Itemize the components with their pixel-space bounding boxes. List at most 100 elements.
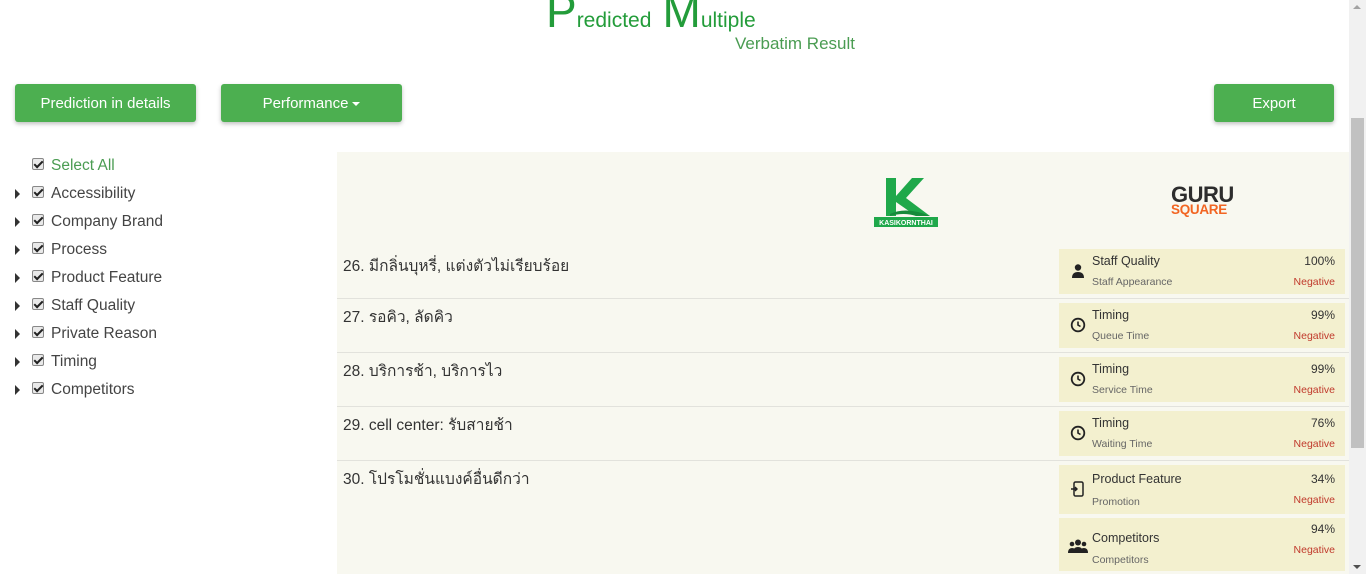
phone-icon (1071, 481, 1084, 497)
expand-arrow-icon[interactable] (15, 245, 20, 255)
prediction-in-details-button[interactable]: Prediction in details (15, 84, 196, 122)
expand-arrow-icon[interactable] (15, 385, 20, 395)
tag-sentiment: Negative (1293, 330, 1335, 342)
tag-category: Staff Quality (1092, 254, 1160, 268)
export-button-label: Export (1252, 94, 1296, 112)
expand-arrow-icon[interactable] (15, 329, 20, 339)
prediction-tag[interactable]: Timing Service Time 99% Negative (1059, 357, 1345, 402)
tree-item-select-all[interactable]: Select All (12, 152, 312, 180)
verbatim-text: 30. โปรโมชั่นแบงค์อื่นดีกว่า (343, 471, 530, 488)
tag-sentiment: Negative (1293, 494, 1335, 506)
performance-button-label: Performance (262, 94, 349, 112)
tree-item-label: Process (51, 241, 107, 258)
tag-sentiment: Negative (1293, 276, 1335, 288)
tree-item-label: Product Feature (51, 269, 163, 286)
tag-subcategory: Promotion (1092, 496, 1140, 508)
tag-percent: 100% (1304, 254, 1335, 268)
tag-percent: 94% (1310, 522, 1335, 536)
export-button[interactable]: Export (1214, 84, 1334, 122)
tag-category: Competitors (1092, 531, 1160, 545)
tag-category: Timing (1092, 308, 1130, 322)
kasikornthai-logo: KASIKORNTHAI (872, 176, 940, 228)
company-brand-checkbox[interactable] (32, 214, 44, 226)
tree-item-process[interactable]: Process (12, 236, 312, 264)
tag-percent: 99% (1310, 362, 1335, 376)
tree-item-competitors[interactable]: Competitors (12, 376, 312, 404)
tag-category: Timing (1092, 362, 1130, 376)
clock-icon (1070, 371, 1086, 387)
tag-subcategory: Service Time (1092, 384, 1153, 396)
tag-subcategory: Waiting Time (1092, 438, 1153, 450)
verbatim-text: 26. มีกลิ่นบุหรี่, แต่งตัวไม่เรียบร้อย (343, 258, 570, 275)
tree-item-label: Timing (51, 353, 97, 370)
select-all-checkbox[interactable] (32, 158, 44, 170)
page-header: Predicted Multiple Verbatim Result (0, 0, 1350, 60)
tree-item-private-reason[interactable]: Private Reason (12, 320, 312, 348)
expand-arrow-icon[interactable] (15, 273, 20, 283)
timing-checkbox[interactable] (32, 354, 44, 366)
tree-item-label: Company Brand (51, 213, 164, 230)
tree-item-label: Accessibility (51, 185, 136, 202)
title-initial-m: M (662, 0, 701, 37)
scrollbar-thumb[interactable] (1351, 118, 1364, 448)
prediction-tag[interactable]: Product Feature Promotion 34% Negative (1059, 465, 1345, 514)
result-row: 30. โปรโมชั่นแบงค์อื่นดีกว่า Product Fea… (337, 460, 1349, 574)
verbatim-text: 29. cell center: รับสายช้า (343, 417, 513, 434)
tag-subcategory: Competitors (1092, 554, 1149, 566)
kasikornthai-logo-text: KASIKORNTHAI (879, 220, 933, 227)
private-reason-checkbox[interactable] (32, 326, 44, 338)
guru-square-logo: GURU SQUARE (1167, 182, 1235, 222)
result-row: 26. มีกลิ่นบุหรี่, แต่งตัวไม่เรียบร้อย S… (337, 248, 1349, 298)
result-row: 28. บริการช้า, บริการไว Timing Service T… (337, 352, 1349, 406)
page-subtitle: Verbatim Result (735, 34, 855, 53)
tree-item-product-feature[interactable]: Product Feature (12, 264, 312, 292)
expand-arrow-icon[interactable] (15, 357, 20, 367)
category-tree: Select All Accessibility Company Brand P… (12, 152, 312, 404)
tree-item-timing[interactable]: Timing (12, 348, 312, 376)
expand-arrow-icon[interactable] (15, 301, 20, 311)
clock-icon (1070, 425, 1086, 441)
staff-quality-checkbox[interactable] (32, 298, 44, 310)
tree-item-company-brand[interactable]: Company Brand (12, 208, 312, 236)
result-row: 27. รอคิว, ลัดคิว Timing Queue Time 99% … (337, 298, 1349, 352)
title-word-predicted: redicted (576, 9, 652, 32)
clock-icon (1070, 317, 1086, 333)
prediction-tag[interactable]: Timing Waiting Time 76% Negative (1059, 411, 1345, 456)
prediction-button-label: Prediction in details (40, 94, 171, 112)
tag-percent: 76% (1310, 416, 1335, 430)
tree-item-label: Competitors (51, 381, 135, 398)
verbatim-text: 27. รอคิว, ลัดคิว (343, 309, 453, 326)
page: Predicted Multiple Verbatim Result Predi… (0, 0, 1366, 574)
user-icon (1072, 264, 1084, 278)
prediction-tag[interactable]: Timing Queue Time 99% Negative (1059, 303, 1345, 348)
competitors-checkbox[interactable] (32, 382, 44, 394)
process-checkbox[interactable] (32, 242, 44, 254)
expand-arrow-icon[interactable] (15, 217, 20, 227)
scroll-down-icon[interactable] (1353, 565, 1361, 569)
result-row: 29. cell center: รับสายช้า Timing Waitin… (337, 406, 1349, 460)
tag-category: Product Feature (1092, 472, 1182, 486)
prediction-tag[interactable]: Staff Quality Staff Appearance 100% Nega… (1059, 249, 1345, 294)
tag-subcategory: Queue Time (1092, 330, 1150, 342)
tree-item-staff-quality[interactable]: Staff Quality (12, 292, 312, 320)
tag-subcategory: Staff Appearance (1092, 276, 1173, 288)
page-title: Predicted Multiple (546, 0, 762, 38)
tag-percent: 99% (1310, 308, 1335, 322)
title-initial-p: P (546, 0, 577, 37)
prediction-tag[interactable]: Competitors Competitors 94% Negative (1059, 518, 1345, 571)
scroll-up-icon[interactable] (1353, 5, 1361, 9)
performance-dropdown-button[interactable]: Performance (221, 84, 402, 122)
tree-item-label: Staff Quality (51, 297, 136, 314)
accessibility-checkbox[interactable] (32, 186, 44, 198)
group-icon (1068, 539, 1088, 553)
tag-sentiment: Negative (1293, 384, 1335, 396)
vertical-scrollbar[interactable] (1349, 0, 1366, 574)
tag-category: Timing (1092, 416, 1130, 430)
results-panel: KASIKORNTHAI GURU SQUARE 26. มีกลิ่นบุหร… (337, 152, 1349, 574)
guru-logo-bottom: SQUARE (1171, 202, 1227, 217)
tree-item-label: Private Reason (51, 325, 157, 342)
product-feature-checkbox[interactable] (32, 270, 44, 282)
tree-item-accessibility[interactable]: Accessibility (12, 180, 312, 208)
expand-arrow-icon[interactable] (15, 189, 20, 199)
verbatim-text: 28. บริการช้า, บริการไว (343, 363, 503, 380)
